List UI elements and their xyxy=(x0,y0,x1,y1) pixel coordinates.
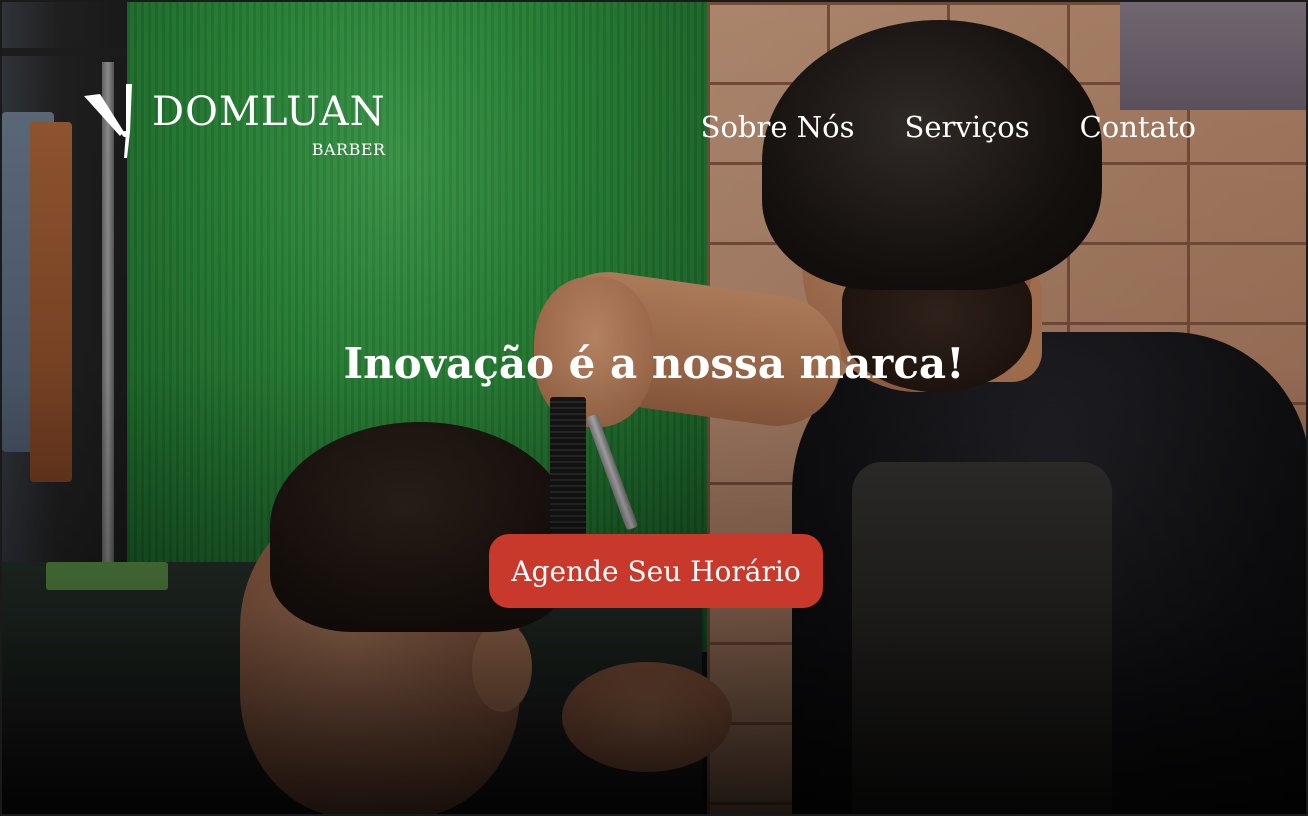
nav-link-contato[interactable]: Contato xyxy=(1080,110,1196,144)
razor-icon xyxy=(84,84,132,158)
brand-text: DOMLUAN BARBER xyxy=(152,82,386,159)
nav-link-servicos[interactable]: Serviços xyxy=(904,110,1029,144)
brand-subtitle: BARBER xyxy=(311,140,386,159)
book-appointment-button[interactable]: Agende Seu Horário xyxy=(489,534,823,608)
hero-headline: Inovação é a nossa marca! xyxy=(343,339,965,388)
brand-logo[interactable]: DOMLUAN BARBER xyxy=(80,82,386,160)
brand-name: DOMLUAN xyxy=(152,89,386,135)
nav-link-sobre-nos[interactable]: Sobre Nós xyxy=(701,110,855,144)
main-nav: Sobre Nós Serviços Contato xyxy=(701,110,1196,144)
hero-section: DOMLUAN BARBER Sobre Nós Serviços Contat… xyxy=(0,0,1308,816)
